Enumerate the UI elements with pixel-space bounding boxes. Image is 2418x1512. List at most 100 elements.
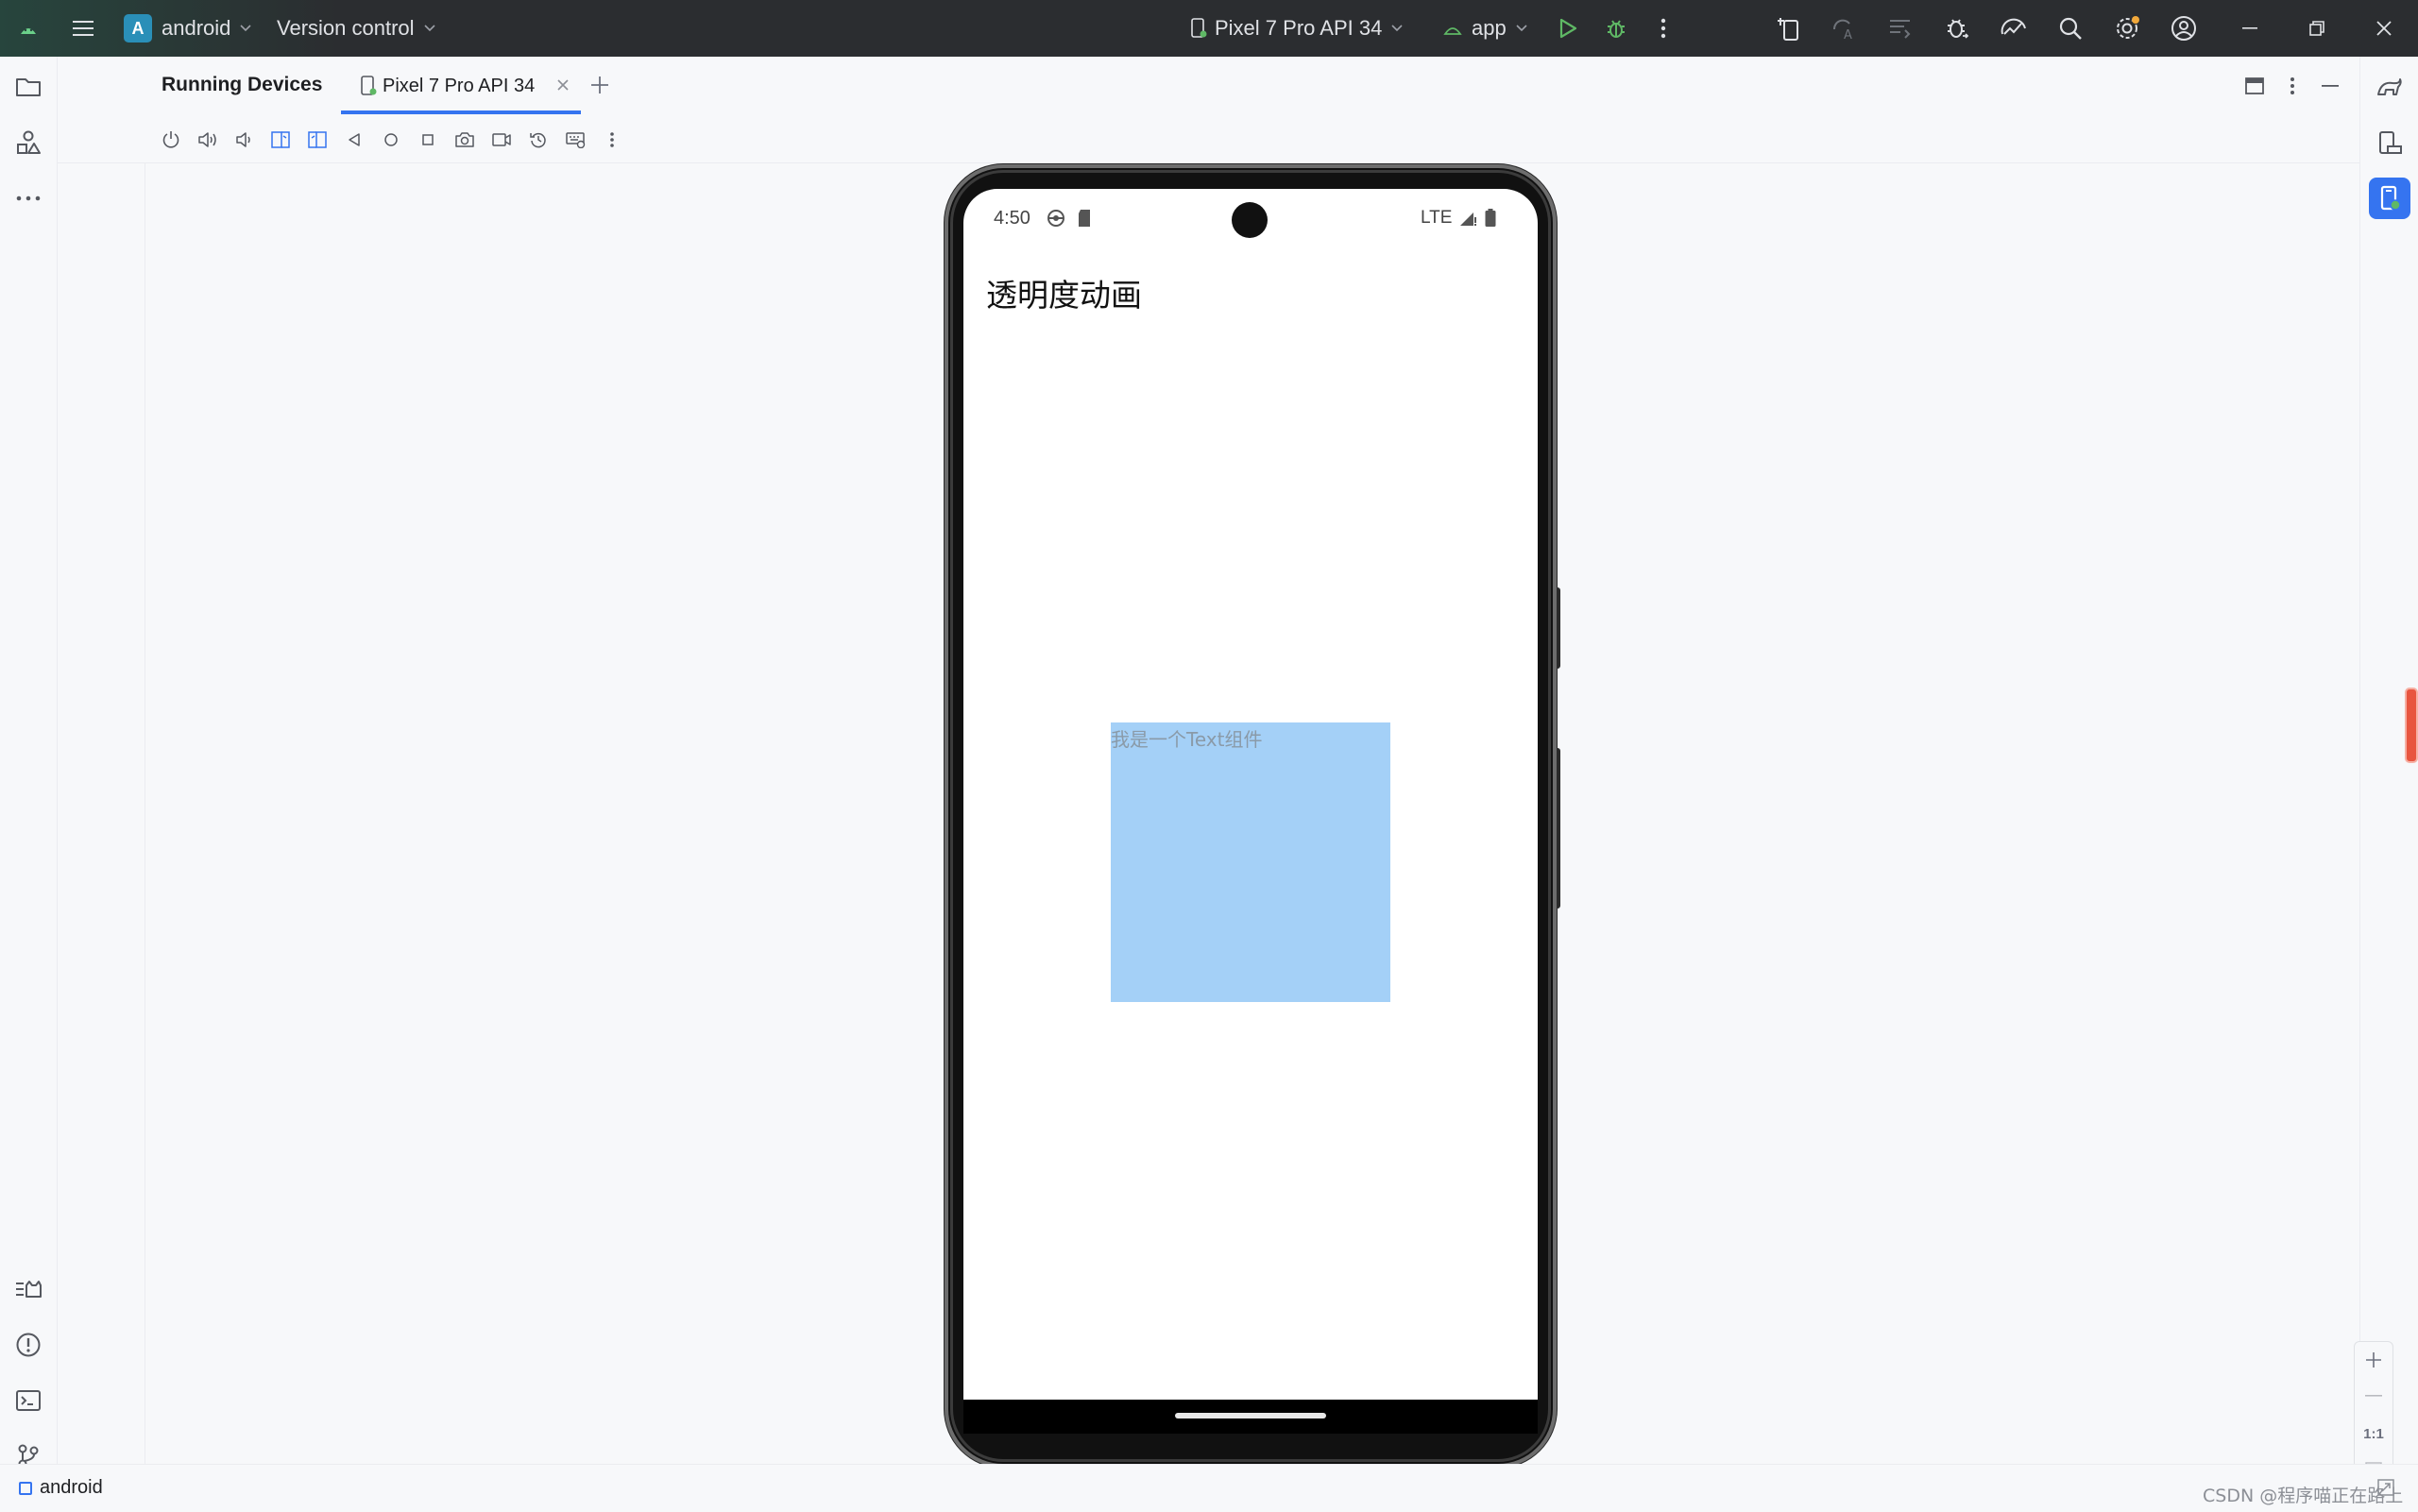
- back-button[interactable]: [341, 127, 367, 153]
- tab-label: Pixel 7 Pro API 34: [383, 75, 536, 96]
- overview-square-icon: [420, 132, 435, 147]
- chevron-down-icon: [423, 25, 435, 32]
- status-project[interactable]: android: [19, 1477, 103, 1499]
- minimize-icon: [2231, 9, 2269, 47]
- sd-card-icon: [1077, 209, 1092, 228]
- plus-icon: [590, 76, 609, 94]
- actual-size-button[interactable]: 1:1: [2355, 1416, 2392, 1452]
- close-window-button[interactable]: [2365, 0, 2403, 57]
- debug-button[interactable]: [1597, 0, 1635, 57]
- more-tool-windows-button[interactable]: [8, 178, 49, 219]
- overview-button[interactable]: [415, 127, 441, 153]
- home-circle-icon: [383, 132, 399, 147]
- volume-up-button[interactable]: [195, 127, 221, 153]
- search-icon: [2052, 9, 2089, 47]
- rotate-left-button[interactable]: [267, 127, 294, 153]
- device-keyboard-button[interactable]: [562, 127, 588, 153]
- logcat-tool-button[interactable]: [8, 1268, 49, 1310]
- history-icon: [529, 130, 548, 149]
- problems-tool-button[interactable]: [8, 1324, 49, 1366]
- android-status-bar: 4:50 LTE: [963, 189, 1538, 247]
- minimize-window-button[interactable]: [2231, 0, 2269, 57]
- window-layout-button[interactable]: [2240, 74, 2269, 98]
- hamburger-icon: [64, 9, 102, 47]
- battery-icon: [1485, 209, 1496, 228]
- active-tab-indicator: [341, 110, 581, 114]
- code-changes-icon: [1882, 9, 1919, 47]
- zoom-in-button[interactable]: [2355, 1342, 2392, 1378]
- device-toolbar: [58, 115, 2359, 163]
- account-button[interactable]: [2165, 0, 2203, 57]
- apply-code-changes-button[interactable]: [1882, 0, 1919, 57]
- device-manager-button[interactable]: [1769, 0, 1807, 57]
- app-title: 透明度动画: [986, 277, 1142, 314]
- gesture-home-handle[interactable]: [1175, 1413, 1326, 1419]
- running-device-icon: [2376, 184, 2403, 212]
- panel-header: Running Devices Pixel 7 Pro API 34: [58, 57, 2359, 115]
- rotate-right-button[interactable]: [304, 127, 331, 153]
- project-name: android: [162, 16, 231, 40]
- signal-icon: [1458, 210, 1477, 227]
- attach-debugger-icon: [1938, 9, 1976, 47]
- volume-down-button[interactable]: [230, 127, 257, 153]
- restore-icon: [2298, 9, 2336, 47]
- project-badge: A: [124, 14, 152, 42]
- text-component: 我是一个Text组件: [1111, 728, 1263, 751]
- left-tool-stripe: [0, 57, 58, 1469]
- android-studio-logo: [9, 0, 47, 57]
- panel-title: Running Devices: [162, 74, 323, 95]
- chevron-down-icon: [240, 25, 251, 32]
- add-device-tab-button[interactable]: [587, 72, 613, 98]
- resource-manager-tool-button[interactable]: [8, 122, 49, 163]
- attach-debugger-button[interactable]: [1938, 0, 1976, 57]
- run-config-label: app: [1472, 16, 1507, 40]
- shapes-icon: [15, 129, 42, 156]
- run-config-selector[interactable]: app: [1443, 0, 1527, 57]
- memory-indicator[interactable]: [2405, 688, 2418, 763]
- device-screen[interactable]: 4:50 LTE 透明度动画 我是一个Text组件: [963, 189, 1538, 1400]
- tab-pixel-7-pro[interactable]: Pixel 7 Pro API 34: [341, 57, 581, 115]
- device-manager-icon: [1769, 9, 1807, 47]
- gradle-tool-button[interactable]: [2369, 66, 2410, 108]
- screenshot-button[interactable]: [451, 127, 478, 153]
- screen-record-button[interactable]: [488, 127, 515, 153]
- run-button[interactable]: [1549, 0, 1587, 57]
- more-actions-button[interactable]: [1644, 0, 1682, 57]
- power-button[interactable]: [158, 127, 184, 153]
- terminal-tool-button[interactable]: [8, 1380, 49, 1421]
- version-control-menu[interactable]: Version control: [277, 0, 435, 57]
- video-camera-icon: [491, 132, 512, 147]
- gear-icon: [2108, 9, 2146, 47]
- play-icon: [1549, 9, 1587, 47]
- search-button[interactable]: [2052, 0, 2089, 57]
- panel-options-button[interactable]: [2278, 74, 2307, 98]
- close-tab-button[interactable]: [552, 74, 574, 96]
- project-selector[interactable]: A android: [124, 0, 251, 57]
- project-tool-button[interactable]: [8, 66, 49, 108]
- smiley-notification-icon: [1047, 209, 1065, 228]
- expand-icon[interactable]: [2376, 1478, 2395, 1497]
- profiler-button[interactable]: [1995, 0, 2033, 57]
- hide-panel-button[interactable]: [2316, 74, 2344, 98]
- terminal-icon: [15, 1389, 42, 1412]
- animated-box: 我是一个Text组件: [1111, 722, 1390, 1002]
- device-file-explorer-button[interactable]: [2369, 122, 2410, 163]
- more-device-actions-button[interactable]: [599, 127, 625, 153]
- apply-changes-button[interactable]: A: [1825, 0, 1863, 57]
- settings-button[interactable]: [2108, 0, 2146, 57]
- zoom-out-button[interactable]: [2355, 1378, 2392, 1414]
- reset-button[interactable]: [525, 127, 552, 153]
- bug-icon: [1597, 9, 1635, 47]
- more-vertical-icon: [609, 131, 615, 148]
- running-devices-tool-button[interactable]: [2369, 178, 2410, 219]
- android-navigation-bar: [963, 1400, 1538, 1434]
- device-selector[interactable]: Pixel 7 Pro API 34: [1190, 0, 1403, 57]
- restore-window-button[interactable]: [2298, 0, 2336, 57]
- phone-icon: [1190, 18, 1207, 39]
- main-menu-button[interactable]: [64, 0, 102, 57]
- rotate-right-icon: [307, 130, 328, 149]
- home-button[interactable]: [378, 127, 404, 153]
- status-time: 4:50: [994, 208, 1030, 229]
- back-triangle-icon: [348, 132, 361, 147]
- android-icon: [1443, 22, 1462, 35]
